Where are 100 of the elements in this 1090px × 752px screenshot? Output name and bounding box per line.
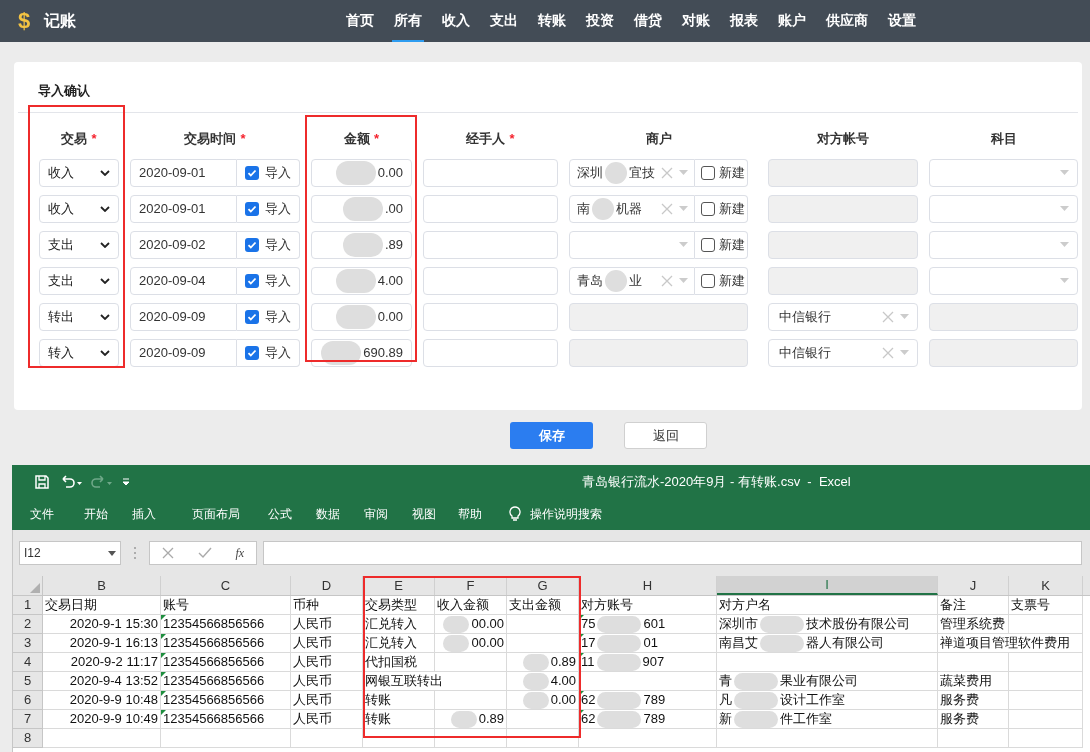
- save-icon[interactable]: [34, 473, 50, 490]
- new-option[interactable]: 新建: [695, 158, 748, 187]
- amount-field[interactable]: .00: [311, 194, 412, 223]
- nav-tab[interactable]: 对账: [680, 0, 712, 42]
- type-select[interactable]: 收入: [39, 194, 119, 223]
- cancel-icon[interactable]: [161, 547, 174, 559]
- checkbox[interactable]: [245, 309, 259, 324]
- account-select[interactable]: 中信银行: [768, 302, 918, 331]
- ribbon-tab[interactable]: 页面布局: [192, 505, 240, 523]
- date-field[interactable]: 2020-09-04: [130, 266, 237, 295]
- nav-tab[interactable]: 借贷: [632, 0, 664, 42]
- nav-tab[interactable]: 所有: [392, 0, 424, 42]
- row-header[interactable]: 1: [13, 596, 43, 615]
- column-header[interactable]: C: [161, 576, 291, 595]
- merchant-select[interactable]: 深圳 宜技: [569, 158, 695, 187]
- checkbox[interactable]: [701, 201, 715, 216]
- row-header[interactable]: 5: [13, 672, 43, 691]
- import-option[interactable]: 导入: [237, 302, 300, 331]
- select-all-icon[interactable]: [30, 583, 40, 593]
- type-select[interactable]: 支出: [39, 266, 119, 295]
- ribbon-tab[interactable]: 文件: [30, 505, 54, 523]
- subject-select[interactable]: [929, 230, 1078, 259]
- checkbox[interactable]: [701, 273, 715, 288]
- nav-tab[interactable]: 转账: [536, 0, 568, 42]
- checkbox[interactable]: [701, 237, 715, 252]
- row-header[interactable]: 7: [13, 710, 43, 729]
- handler-field[interactable]: [423, 266, 558, 295]
- function-button[interactable]: fx: [235, 544, 245, 562]
- column-header[interactable]: I: [717, 576, 938, 595]
- column-header[interactable]: K: [1009, 576, 1083, 595]
- ribbon-tab[interactable]: 审阅: [364, 505, 388, 523]
- checkbox[interactable]: [701, 165, 715, 180]
- nav-tab[interactable]: 账户: [776, 0, 808, 42]
- clear-icon[interactable]: [661, 202, 673, 215]
- back-button[interactable]: 返回: [624, 422, 707, 449]
- column-header[interactable]: G: [507, 576, 579, 595]
- column-header[interactable]: J: [938, 576, 1009, 595]
- subject-select[interactable]: [929, 266, 1078, 295]
- merchant-select[interactable]: [569, 230, 695, 259]
- clear-icon[interactable]: [661, 274, 673, 287]
- handler-field[interactable]: [423, 302, 558, 331]
- date-field[interactable]: 2020-09-01: [130, 158, 237, 187]
- import-option[interactable]: 导入: [237, 230, 300, 259]
- ribbon-tab[interactable]: 帮助: [458, 505, 482, 523]
- checkbox[interactable]: [245, 201, 259, 216]
- row-header[interactable]: 3: [13, 634, 43, 653]
- checkbox[interactable]: [245, 345, 259, 360]
- save-button[interactable]: 保存: [510, 422, 593, 449]
- merchant-select[interactable]: 南 机器: [569, 194, 695, 223]
- nav-tab[interactable]: 报表: [728, 0, 760, 42]
- clear-icon[interactable]: [882, 346, 894, 359]
- formula-field[interactable]: [263, 541, 1082, 565]
- clear-icon[interactable]: [882, 310, 894, 323]
- name-box[interactable]: I12: [19, 541, 121, 565]
- search-link[interactable]: 操作说明搜索: [530, 505, 602, 523]
- undo-icon[interactable]: [60, 474, 84, 489]
- column-header[interactable]: E: [363, 576, 435, 595]
- new-option[interactable]: 新建: [695, 230, 748, 259]
- ribbon-tab[interactable]: 数据: [316, 505, 340, 523]
- row-header[interactable]: 2: [13, 615, 43, 634]
- amount-field[interactable]: 0.00: [311, 158, 412, 187]
- column-header[interactable]: D: [291, 576, 363, 595]
- handler-field[interactable]: [423, 230, 558, 259]
- check-icon[interactable]: [197, 547, 212, 559]
- nav-tab[interactable]: 投资: [584, 0, 616, 42]
- checkbox[interactable]: [245, 165, 259, 180]
- nav-tab[interactable]: 支出: [488, 0, 520, 42]
- type-select[interactable]: 收入: [39, 158, 119, 187]
- checkbox[interactable]: [245, 237, 259, 252]
- nav-tab[interactable]: 供应商: [824, 0, 870, 42]
- ribbon-tab[interactable]: 公式: [268, 505, 292, 523]
- import-option[interactable]: 导入: [237, 158, 300, 187]
- handler-field[interactable]: [423, 194, 558, 223]
- row-header[interactable]: 6: [13, 691, 43, 710]
- merchant-select[interactable]: 青岛 业: [569, 266, 695, 295]
- nav-tab[interactable]: 设置: [886, 0, 918, 42]
- ribbon-tab[interactable]: 视图: [412, 505, 436, 523]
- date-field[interactable]: 2020-09-01: [130, 194, 237, 223]
- import-option[interactable]: 导入: [237, 194, 300, 223]
- subject-select[interactable]: [929, 158, 1078, 187]
- subject-select[interactable]: [929, 194, 1078, 223]
- date-field[interactable]: 2020-09-09: [130, 338, 237, 367]
- column-header[interactable]: B: [43, 576, 161, 595]
- amount-field[interactable]: .89: [311, 230, 412, 259]
- nav-tab[interactable]: 收入: [440, 0, 472, 42]
- row-header[interactable]: 4: [13, 653, 43, 672]
- row-header[interactable]: 8: [13, 729, 43, 748]
- new-option[interactable]: 新建: [695, 266, 748, 295]
- handler-field[interactable]: [423, 338, 558, 367]
- amount-field[interactable]: 4.00: [311, 266, 412, 295]
- checkbox[interactable]: [245, 273, 259, 288]
- column-header[interactable]: F: [435, 576, 507, 595]
- amount-field[interactable]: 690.89: [311, 338, 412, 367]
- date-field[interactable]: 2020-09-09: [130, 302, 237, 331]
- clear-icon[interactable]: [661, 166, 673, 179]
- amount-field[interactable]: 0.00: [311, 302, 412, 331]
- handler-field[interactable]: [423, 158, 558, 187]
- ribbon-tab[interactable]: 插入: [132, 505, 156, 523]
- account-select[interactable]: 中信银行: [768, 338, 918, 367]
- type-select[interactable]: 支出: [39, 230, 119, 259]
